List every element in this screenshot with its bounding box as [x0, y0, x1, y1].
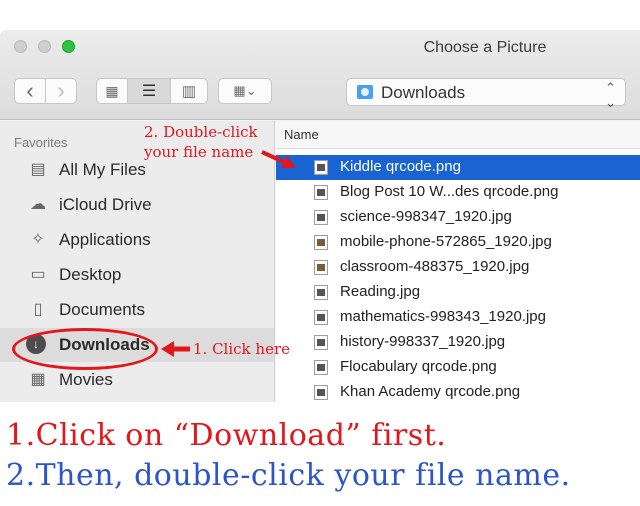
instruction-step-1: 1.Click on “Download” first.: [6, 418, 447, 453]
arrow-to-downloads-icon: [161, 341, 190, 357]
arrow-to-file-icon: [261, 150, 296, 168]
instruction-step-2: 2.Then, double-click your file name.: [6, 458, 571, 493]
